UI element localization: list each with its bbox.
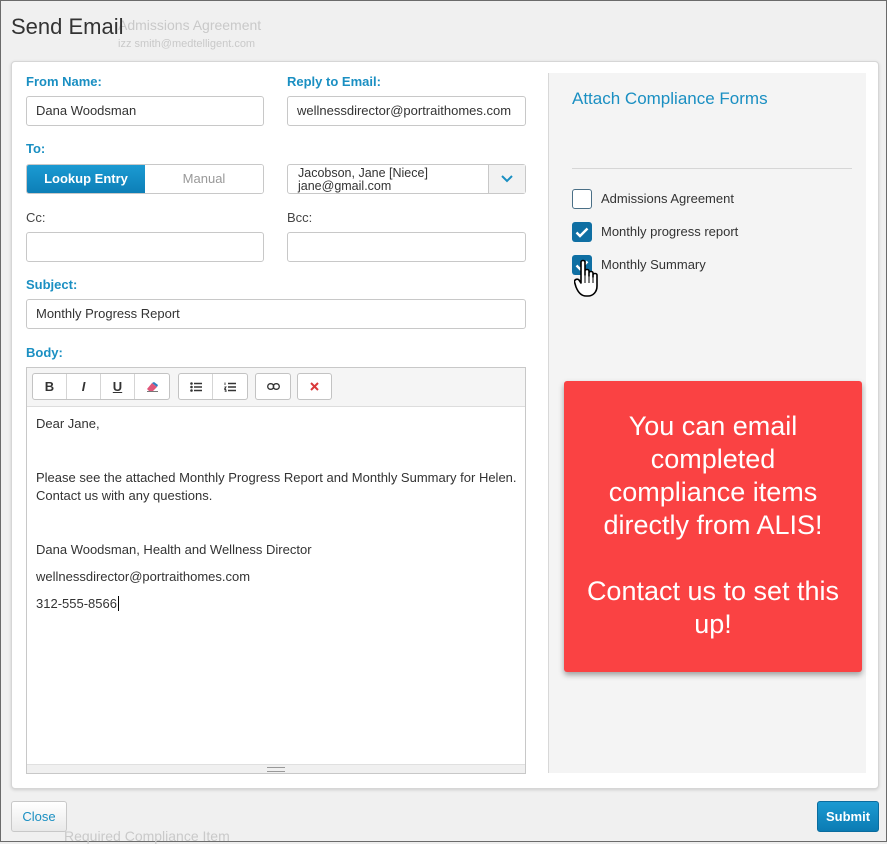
bullet-list-icon[interactable]	[179, 374, 213, 399]
reply-to-label: Reply to Email:	[287, 74, 381, 89]
admissions-agreement-label: Admissions Agreement	[601, 191, 734, 206]
cc-label: Cc:	[26, 210, 46, 225]
from-name-label: From Name:	[26, 74, 102, 89]
editor-toolbar: B I U	[27, 368, 525, 407]
subject-field[interactable]: Monthly Progress Report	[26, 299, 526, 329]
numbered-list-icon[interactable]	[213, 374, 247, 399]
submit-button[interactable]: Submit	[817, 801, 879, 832]
bold-button[interactable]: B	[33, 374, 67, 399]
close-button[interactable]: Close	[11, 801, 67, 832]
lookup-entry-button[interactable]: Lookup Entry	[27, 165, 145, 193]
admissions-agreement-checkbox[interactable]	[572, 189, 592, 209]
body-greeting: Dear Jane,	[36, 416, 100, 431]
from-name-field[interactable]: Dana Woodsman	[26, 96, 264, 126]
divider	[572, 168, 852, 169]
promo-callout: You can email completed compliance items…	[564, 381, 862, 672]
chevron-down-icon[interactable]	[488, 165, 525, 193]
monthly-progress-report-checkbox[interactable]	[572, 222, 592, 242]
check-icon	[575, 227, 589, 238]
background-email-text: izz smith@medtelligent.com	[118, 38, 256, 50]
recipient-select[interactable]: Jacobson, Jane [Niece] jane@gmail.com	[287, 164, 526, 194]
editor-resize-handle[interactable]	[27, 764, 525, 773]
bcc-field[interactable]	[287, 232, 526, 262]
cc-field[interactable]	[26, 232, 264, 262]
promo-text: You can email completed compliance items…	[603, 411, 823, 540]
monthly-progress-report-label: Monthly progress report	[601, 224, 739, 239]
signature-phone: 312-555-8566	[36, 596, 119, 611]
text-cursor	[117, 596, 119, 611]
body-paragraph-line: Contact us with any questions.	[36, 488, 213, 503]
monthly-summary-label: Monthly Summary	[601, 257, 706, 272]
recipient-email: jane@gmail.com	[298, 179, 392, 193]
to-label: To:	[26, 141, 46, 156]
hand-cursor-icon	[574, 259, 598, 297]
link-icon[interactable]	[256, 374, 290, 399]
body-editor[interactable]: B I U Dear Jane, Please see the attached…	[26, 367, 526, 774]
promo-contact-text: Contact us to set this up!	[586, 576, 840, 639]
manual-button[interactable]: Manual	[145, 165, 263, 193]
dialog-title: Send Email	[11, 14, 124, 39]
underline-button[interactable]: U	[101, 374, 135, 399]
to-mode-toggle: Lookup Entry Manual	[26, 164, 264, 194]
compliance-title: Attach Compliance Forms	[572, 89, 768, 108]
body-label: Body:	[26, 345, 63, 360]
recipient-name: Jacobson, Jane [Niece]	[298, 166, 428, 180]
subject-label: Subject:	[26, 277, 78, 292]
bcc-label: Bcc:	[287, 210, 313, 225]
reply-to-field[interactable]: wellnessdirector@portraithomes.com	[287, 96, 526, 126]
signature-name: Dana Woodsman, Health and Wellness Direc…	[36, 542, 312, 557]
signature-email: wellnessdirector@portraithomes.com	[36, 569, 251, 584]
background-agreement-text: Admissions Agreement	[118, 17, 262, 33]
body-paragraph-line: Please see the attached Monthly Progress…	[36, 470, 517, 485]
remove-format-icon[interactable]	[298, 374, 331, 399]
eraser-icon[interactable]	[135, 374, 169, 399]
italic-button[interactable]: I	[67, 374, 101, 399]
